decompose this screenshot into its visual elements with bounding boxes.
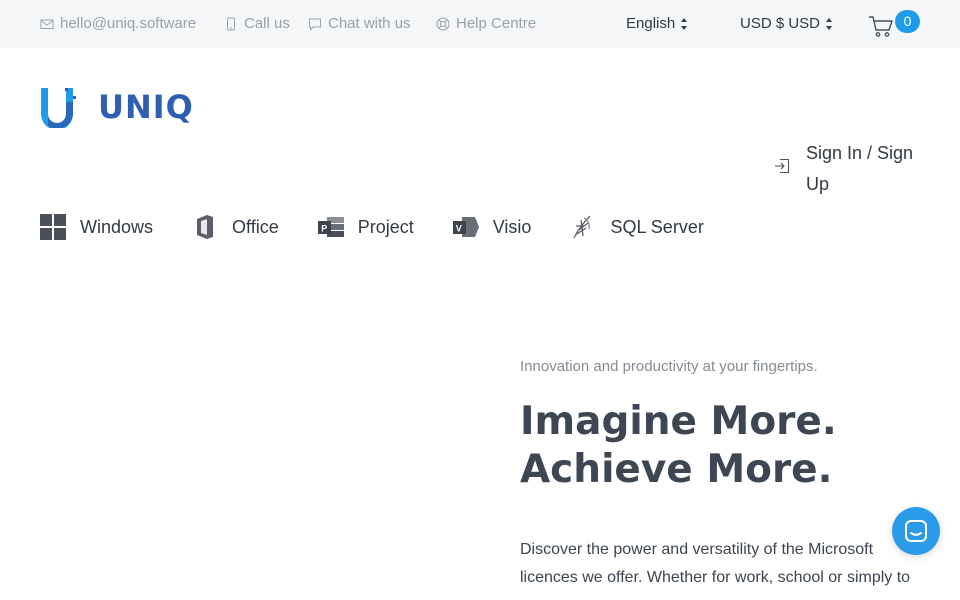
windows-icon — [40, 214, 66, 240]
nav-item-project[interactable]: P Project — [317, 214, 414, 240]
call-us-text: Call us — [244, 15, 290, 32]
hero-headline-line-2: Achieve More. — [520, 447, 833, 492]
sign-in-icon — [775, 158, 790, 174]
svg-text:P: P — [321, 224, 327, 234]
nav-label-visio: Visio — [492, 216, 532, 237]
mail-icon — [40, 19, 54, 29]
sort-arrows-icon — [826, 17, 833, 30]
nav-label-sql-server: SQL Server — [610, 216, 704, 237]
email-text: hello@uniq.software — [60, 15, 197, 32]
hero-body-text: Discover the power and versatility of th… — [520, 541, 911, 586]
sort-arrows-icon — [681, 17, 688, 30]
currency-selector[interactable]: USD $ USD — [740, 15, 833, 32]
uniq-logo[interactable]: UNIQ — [40, 86, 194, 128]
project-icon: P — [317, 217, 344, 237]
chat-widget-icon — [905, 520, 927, 542]
phone-icon — [227, 17, 235, 30]
sign-in-label: Sign In / Sign Up — [806, 143, 914, 194]
shopping-cart-icon — [869, 16, 893, 37]
product-nav: Windows Office P Project V Visio SQL Ser… — [40, 214, 743, 240]
top-utility-bar: hello@uniq.software Call us Chat with us… — [0, 0, 960, 48]
language-selector[interactable]: English — [626, 15, 688, 32]
sql-server-icon — [573, 215, 591, 239]
nav-label-project: Project — [357, 216, 414, 237]
nav-item-office[interactable]: Office — [192, 214, 279, 240]
visio-icon: V — [452, 217, 479, 237]
help-centre-link[interactable]: Help Centre — [436, 15, 536, 32]
email-link[interactable]: hello@uniq.software — [40, 15, 196, 32]
logo-wordmark: UNIQ — [98, 88, 194, 126]
uniq-logo-mark-icon — [41, 88, 76, 128]
lifebuoy-icon — [436, 17, 450, 30]
sign-in-link[interactable]: Sign In / Sign Up — [774, 138, 930, 200]
office-icon — [197, 215, 214, 239]
live-chat-button[interactable] — [892, 507, 940, 555]
chat-text: Chat with us — [328, 15, 411, 32]
cart-count-badge: 0 — [895, 10, 920, 33]
nav-label-windows: Windows — [80, 216, 154, 237]
nav-item-visio[interactable]: V Visio — [452, 214, 532, 240]
language-value: English — [626, 15, 676, 32]
hero-headline: Imagine More. Achieve More. — [520, 398, 940, 494]
nav-label-office: Office — [232, 216, 279, 237]
cart-button[interactable]: 0 — [868, 10, 920, 38]
help-centre-text: Help Centre — [456, 15, 537, 32]
chat-link[interactable]: Chat with us — [308, 15, 411, 32]
nav-item-sql-server[interactable]: SQL Server — [570, 214, 704, 240]
hero-tagline: Innovation and productivity at your fing… — [520, 358, 818, 375]
hero-headline-line-1: Imagine More. — [520, 399, 837, 444]
call-us-link[interactable]: Call us — [224, 15, 290, 32]
nav-item-windows[interactable]: Windows — [40, 214, 153, 240]
svg-text:V: V — [456, 224, 462, 234]
chat-bubble-icon — [309, 18, 321, 31]
currency-value: USD $ USD — [740, 15, 821, 32]
